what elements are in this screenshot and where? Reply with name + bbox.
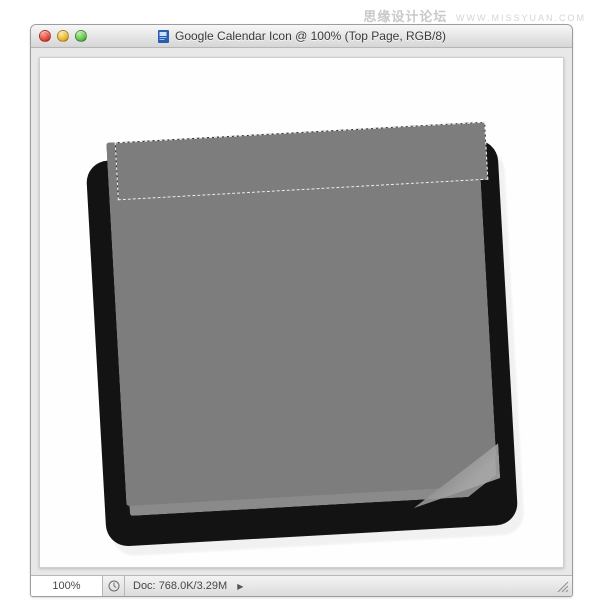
zoom-button[interactable] (75, 30, 87, 42)
statusbar: 100% Doc: 768.0K/3.29M ▶ (31, 575, 572, 596)
canvas-frame (39, 57, 564, 568)
photoshop-file-icon (157, 30, 170, 43)
doc-label: Doc: (133, 580, 156, 592)
window-title: Google Calendar Icon @ 100% (Top Page, R… (31, 29, 572, 43)
status-info-icon[interactable] (103, 576, 125, 596)
canvas[interactable] (40, 58, 563, 567)
page-watermark: 思缘设计论坛 WWW.MISSYUAN.COM (363, 6, 586, 25)
doc-disclosure[interactable]: ▶ (234, 582, 243, 591)
resize-grip-icon[interactable] (556, 580, 569, 593)
doc-value: 768.0K/3.29M (159, 580, 228, 592)
minimize-button[interactable] (57, 30, 69, 42)
artwork (40, 58, 563, 567)
titlebar[interactable]: Google Calendar Icon @ 100% (Top Page, R… (31, 25, 572, 48)
traffic-lights (39, 30, 87, 42)
watermark-main: 思缘设计论坛 (363, 9, 447, 24)
doc-size-readout[interactable]: Doc: 768.0K/3.29M ▶ (125, 580, 251, 592)
document-window: Google Calendar Icon @ 100% (Top Page, R… (30, 24, 573, 597)
window-title-text: Google Calendar Icon @ 100% (Top Page, R… (175, 29, 446, 43)
watermark-sub: WWW.MISSYUAN.COM (456, 13, 586, 23)
zoom-level-field[interactable]: 100% (31, 576, 103, 596)
zoom-level-text: 100% (52, 580, 80, 592)
chevron-right-icon: ▶ (237, 582, 243, 591)
close-button[interactable] (39, 30, 51, 42)
